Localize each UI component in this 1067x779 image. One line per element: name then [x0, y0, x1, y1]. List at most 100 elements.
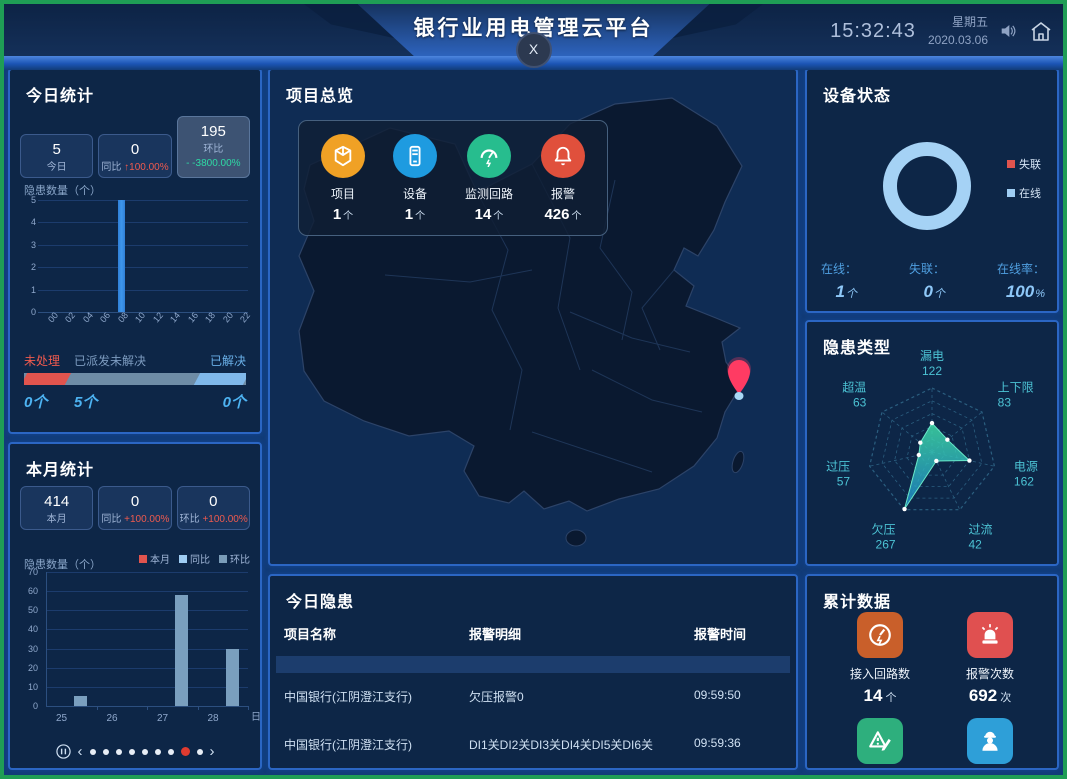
pager-next[interactable]: › — [210, 744, 215, 759]
device-stats-row: 在线：1个 失联：0个 在线率：100% — [821, 260, 1045, 302]
overview-stat-报警: 报警426个 — [541, 134, 585, 223]
pager-dot-8[interactable] — [181, 747, 190, 756]
month-card-环比: 0环比 +100.00% — [177, 486, 250, 530]
pager-dot-5[interactable] — [142, 749, 148, 755]
pager-prev[interactable]: ‹ — [78, 744, 83, 759]
device-stat-在线: 在线：1个 — [821, 260, 857, 302]
panel-title: 项目总览 — [286, 82, 354, 106]
cell-alarm-time: 09:59:50 — [694, 688, 782, 705]
device-icon — [393, 134, 437, 178]
today-stat-cards: 5今日0同比 ↑100.00%195环比- -3800.00% — [20, 116, 250, 178]
bar-day-28 — [226, 649, 239, 706]
pager-dot-7[interactable] — [168, 749, 174, 755]
pager-dot-4[interactable] — [129, 749, 135, 755]
table-header: 项目名称报警明细报警时间 — [284, 624, 782, 643]
inspector-icon — [967, 718, 1013, 764]
radar-axis-label: 欠压 — [872, 522, 896, 537]
status-segment-已解决 — [194, 373, 246, 385]
panel-today-stats: 今日统计 5今日0同比 ↑100.00%195环比- -3800.00% 隐患数… — [8, 68, 262, 434]
cumulative-item-报警次数: 报警次数692次 — [935, 612, 1045, 706]
overview-stat-设备: 设备1个 — [393, 134, 437, 223]
radar-axis-value: 57 — [837, 475, 851, 489]
table-highlight-stripe — [276, 656, 790, 673]
pager-dot-2[interactable] — [103, 749, 109, 755]
bar-day-25 — [74, 696, 87, 706]
radar-axis-value: 63 — [853, 396, 867, 410]
legend-item-本月: 本月 — [139, 551, 170, 566]
cell-project-name: 中国银行(江阴澄江支行) — [284, 736, 469, 753]
header-right: 15:32:43 星期五 2020.03.06 — [830, 10, 1053, 52]
legend-item-同比: 同比 — [179, 551, 210, 566]
home-icon[interactable] — [1029, 20, 1053, 43]
chart-pager: ‹› — [10, 744, 260, 759]
panel-title: 今日隐患 — [286, 588, 354, 612]
panel-hazard-types: 隐患类型 漏电122上下限83电源162过流42欠压267过压57超温63 — [805, 320, 1059, 566]
cumulative-item-接入回路数: 接入回路数14个 — [825, 612, 935, 706]
close-button[interactable]: X — [516, 32, 552, 68]
device-donut-chart — [883, 142, 971, 230]
legend-item-在线: 在线 — [1007, 185, 1041, 201]
circuit-gauge-icon — [857, 612, 903, 658]
pager-dot-3[interactable] — [116, 749, 122, 755]
speaker-icon[interactable] — [1000, 23, 1017, 39]
status-label-未处理: 未处理 — [24, 352, 60, 369]
panel-month-stats: 本月统计 414本月0同比 +100.00%0环比 +100.00% 本月同比环… — [8, 442, 262, 770]
table-row[interactable]: 中国银行(江阴澄江支行)欠压报警009:59:50 — [284, 688, 782, 705]
device-stat-失联: 失联：0个 — [909, 260, 945, 302]
radar-axis-label: 上下限 — [998, 381, 1034, 395]
map-pin[interactable] — [719, 354, 759, 404]
column-header-项目名称: 项目名称 — [284, 624, 469, 643]
overview-stat-监测回路: 监测回路14个 — [465, 134, 513, 223]
status-count-已派发未解决: 5个 — [74, 391, 97, 412]
status-label-已派发未解决: 已派发未解决 — [74, 352, 146, 369]
status-count-已解决: 0个 — [223, 391, 246, 412]
month-daily-bar-chart: 01020304050607025262728日 — [20, 572, 258, 734]
panel-title: 设备状态 — [823, 82, 891, 106]
pager-dot-6[interactable] — [155, 749, 161, 755]
donut-legend: 失联在线 — [1007, 156, 1041, 201]
status-progress-bar — [24, 373, 246, 385]
legend-item-环比: 环比 — [219, 551, 250, 566]
column-header-报警时间: 报警时间 — [694, 624, 782, 643]
panel-title: 今日统计 — [26, 82, 94, 106]
today-card-同比: 0同比 ↑100.00% — [98, 134, 171, 178]
radar-axis-value: 42 — [968, 538, 982, 552]
cumulative-item-巡检次数: 巡检次数 — [935, 718, 1045, 770]
pager-dot-9[interactable] — [197, 749, 203, 755]
month-card-本月: 414本月 — [20, 486, 93, 530]
cell-alarm-time: 09:59:36 — [694, 736, 782, 753]
panel-cumulative-data: 累计数据接入回路数14个报警次数692次解决隐患巡检次数 — [805, 574, 1059, 770]
today-hourly-bar-chart: 012345000204060810121416182022 — [20, 200, 254, 358]
panel-today-hazards: 今日隐患 项目名称报警明细报警时间 中国银行(江阴澄江支行)欠压报警009:59… — [268, 574, 798, 770]
cell-project-name: 中国银行(江阴澄江支行) — [284, 688, 469, 705]
radar-axis-label: 超温 — [842, 380, 866, 395]
month-card-同比: 0同比 +100.00% — [98, 486, 171, 530]
radar-axis-value: 267 — [876, 538, 896, 552]
bell-icon — [541, 134, 585, 178]
today-card-今日: 5今日 — [20, 134, 93, 178]
radar-axis-label: 过流 — [968, 523, 992, 537]
legend-item-失联: 失联 — [1007, 156, 1041, 172]
column-header-报警明细: 报警明细 — [469, 624, 694, 643]
overview-stat-项目: 项目1个 — [321, 134, 365, 223]
status-counts: 0个5个0个 — [24, 391, 246, 407]
pause-button[interactable] — [56, 744, 71, 759]
radar-axis-label: 漏电 — [920, 349, 944, 363]
table-row[interactable]: 中国银行(江阴澄江支行)DI1关DI2关DI3关DI4关DI5关DI6关09:5… — [284, 736, 782, 753]
gauge-icon — [467, 134, 511, 178]
cumulative-item-解决隐患: 解决隐患 — [825, 718, 935, 770]
panel-title: 累计数据 — [823, 588, 891, 612]
date-block: 星期五 2020.03.06 — [928, 13, 988, 49]
fix-hazard-icon — [857, 718, 903, 764]
cell-alarm-detail: 欠压报警0 — [469, 688, 694, 705]
hazard-radar-chart: 漏电122上下限83电源162过流42欠压267过压57超温63 — [807, 334, 1057, 564]
status-segment-已派发未解决 — [65, 373, 200, 385]
siren-icon — [967, 612, 1013, 658]
panel-title: 本月统计 — [26, 456, 94, 480]
device-stat-在线率: 在线率：100% — [997, 260, 1045, 302]
status-label-已解决: 已解决 — [210, 352, 246, 369]
status-count-未处理: 0个 — [24, 391, 47, 412]
pager-dot-1[interactable] — [90, 749, 96, 755]
app-root: 银行业用电管理云平台 15:32:43 星期五 2020.03.06 X 今日统… — [0, 0, 1067, 779]
clock-time: 15:32:43 — [830, 20, 916, 43]
